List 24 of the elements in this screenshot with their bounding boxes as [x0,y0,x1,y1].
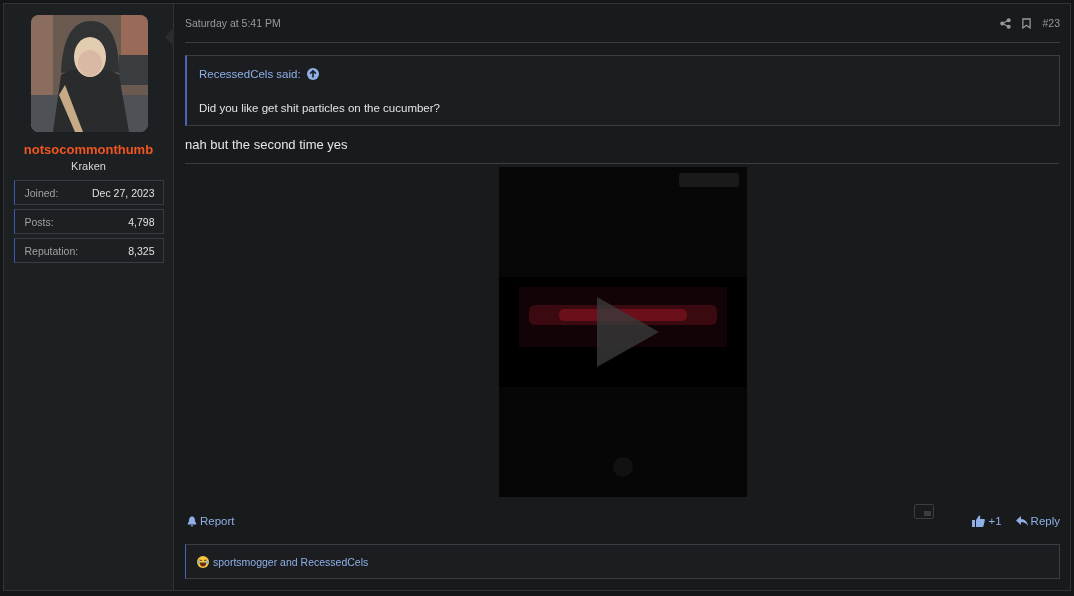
thumbs-up-icon[interactable] [972,515,986,527]
post-time[interactable]: Saturday at 5:41 PM [185,17,281,29]
quote-author-link[interactable]: RecessedCels said: [199,68,301,80]
message-text: nah but the second time yes [185,126,1059,164]
share-icon[interactable] [1000,17,1012,29]
username-link[interactable]: notsocommonthumb [23,142,154,157]
reply-link[interactable]: Reply [1015,515,1060,527]
reply-arrow-icon[interactable] [1015,515,1028,527]
stat-label: Posts: [24,215,54,228]
report-link[interactable]: Report [187,515,235,527]
bell-icon[interactable] [187,515,197,527]
like-button[interactable]: +1 [972,515,1002,527]
user-title: Kraken [71,160,106,172]
stat-value: 4,798 [128,215,155,228]
stat-value: 8,325 [128,244,155,257]
up-arrow-icon[interactable] [306,68,319,80]
laughing-emoji-icon [197,555,209,568]
stat-value: Dec 27, 2023 [92,186,155,199]
bookmark-icon[interactable] [1022,17,1032,29]
post-number-link[interactable]: #23 [1042,17,1060,29]
reaction-users-link[interactable]: sportsmogger and RecessedCels [213,555,369,568]
stat-label: Reputation: [24,244,79,257]
stat-label: Joined: [24,186,59,199]
quote-text: Did you like get shit particles on the cucumber? [199,102,441,114]
